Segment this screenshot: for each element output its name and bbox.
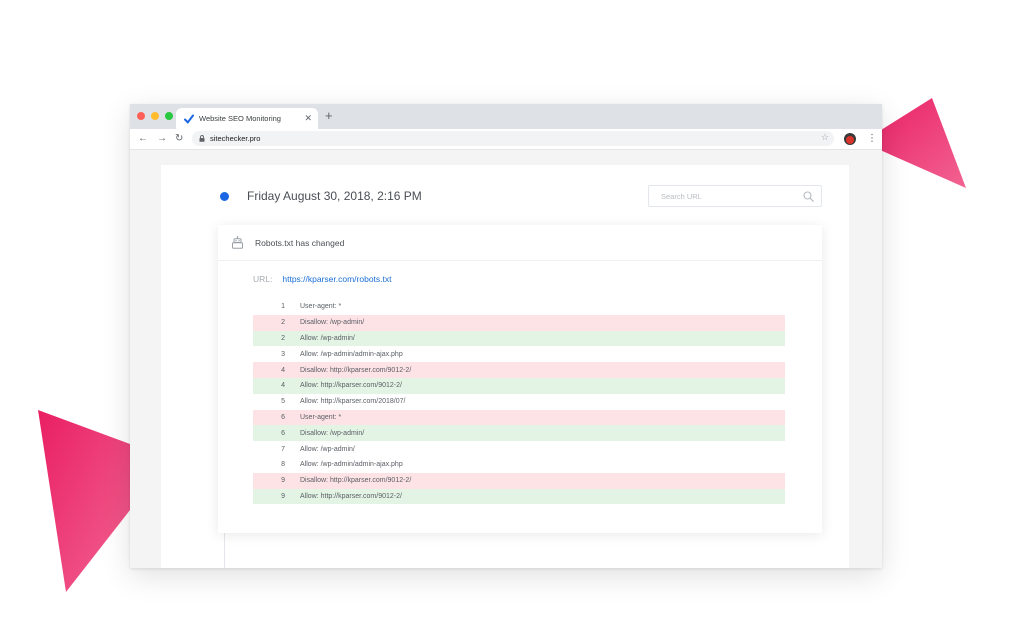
diff-line-number: 5 [281, 398, 285, 406]
tab-close-icon[interactable]: ✕ [304, 113, 312, 124]
diff-row-unchanged: 7 Allow: /wp-admin/ [253, 441, 785, 457]
date-heading: Friday August 30, 2018, 2:16 PM [247, 189, 422, 203]
diff-line-number: 6 [281, 413, 285, 421]
diff-line-number: 7 [281, 445, 285, 453]
reload-button[interactable]: ↻ [175, 132, 183, 146]
sitechecker-favicon-icon [184, 114, 194, 124]
diff-line-text: User-agent: * [300, 303, 342, 311]
diff-line-text: Disallow: /wp-admin/ [300, 319, 365, 327]
diff-line-text: Disallow: http://kparser.com/9012-2/ [300, 477, 412, 485]
page-content: Friday August 30, 2018, 2:16 PM Search U… [161, 165, 849, 568]
maximize-window-button[interactable] [165, 112, 173, 120]
lock-icon [199, 135, 205, 142]
diff-line-number: 2 [281, 334, 285, 342]
card-header: Robots.txt has changed [218, 225, 822, 261]
address-url: sitechecker.pro [210, 134, 261, 143]
diff-line-number: 4 [281, 382, 285, 390]
diff-row-added: 9 Allow: http://kparser.com/9012-2/ [253, 488, 785, 505]
diff-row-removed: 6 User-agent: * [253, 409, 785, 426]
robots-url-link[interactable]: https://kparser.com/robots.txt [282, 274, 391, 284]
decorative-triangle-left [38, 410, 130, 592]
tab-title: Website SEO Monitoring [199, 114, 281, 123]
diff-row-removed: 2 Disallow: /wp-admin/ [253, 314, 785, 331]
diff-line-number: 6 [281, 429, 285, 437]
close-window-button[interactable] [137, 112, 145, 120]
back-button[interactable]: ← [138, 132, 148, 146]
bookmark-star-icon[interactable]: ☆ [821, 132, 829, 143]
diff-row-unchanged: 8 Allow: /wp-admin/admin-ajax.php [253, 457, 785, 473]
diff-row-added: 6 Disallow: /wp-admin/ [253, 425, 785, 442]
timeline-date-marker [220, 192, 229, 201]
browser-menu-icon[interactable]: ⋮ [867, 132, 877, 146]
diff-row-added: 4 Allow: http://kparser.com/9012-2/ [253, 377, 785, 394]
forward-button[interactable]: → [157, 132, 167, 146]
url-row: URL: https://kparser.com/robots.txt [253, 274, 392, 284]
diff-line-text: Allow: http://kparser.com/9012-2/ [300, 492, 402, 500]
diff-line-text: Allow: http://kparser.com/9012-2/ [300, 382, 402, 390]
search-icon[interactable] [803, 191, 814, 202]
diff-line-number: 4 [281, 366, 285, 374]
window-controls [137, 112, 173, 120]
diff-line-number: 3 [281, 350, 285, 358]
diff-row-added: 2 Allow: /wp-admin/ [253, 330, 785, 347]
tab-website-seo-monitoring[interactable]: Website SEO Monitoring ✕ [176, 108, 318, 129]
diff-line-text: Allow: /wp-admin/admin-ajax.php [300, 461, 403, 469]
diff-line-number: 2 [281, 319, 285, 327]
minimize-window-button[interactable] [151, 112, 159, 120]
diff-line-text: Disallow: http://kparser.com/9012-2/ [300, 366, 412, 374]
url-label: URL: [253, 274, 273, 284]
diff-row-unchanged: 5 Allow: http://kparser.com/2018/07/ [253, 394, 785, 410]
search-box [648, 185, 822, 207]
diff-line-text: Allow: /wp-admin/admin-ajax.php [300, 350, 403, 358]
diff-line-text: Allow: http://kparser.com/2018/07/ [300, 398, 406, 406]
search-url-input[interactable] [649, 186, 809, 206]
diff-line-text: User-agent: * [300, 413, 342, 421]
diff-row-unchanged: 1 User-agent: * [253, 299, 785, 315]
new-tab-button[interactable]: + [325, 109, 333, 123]
diff-row-removed: 9 Disallow: http://kparser.com/9012-2/ [253, 472, 785, 489]
change-card: Robots.txt has changed URL: https://kpar… [218, 225, 822, 533]
robot-icon [231, 236, 244, 249]
browser-window: Website SEO Monitoring ✕ + ← → ↻ siteche… [130, 104, 882, 568]
diff-line-number: 9 [281, 477, 285, 485]
diff-line-number: 1 [281, 303, 285, 311]
diff-row-removed: 4 Disallow: http://kparser.com/9012-2/ [253, 362, 785, 378]
tab-bar: Website SEO Monitoring ✕ + [130, 104, 882, 129]
diff-line-text: Disallow: /wp-admin/ [300, 429, 365, 437]
profile-avatar[interactable] [844, 133, 856, 145]
card-title: Robots.txt has changed [255, 238, 345, 248]
diff-table: 1 User-agent: * 2 Disallow: /wp-admin/2 Allo… [253, 299, 785, 505]
diff-row-unchanged: 3 Allow: /wp-admin/admin-ajax.php [253, 346, 785, 362]
diff-line-text: Allow: /wp-admin/ [300, 445, 355, 453]
browser-toolbar: ← → ↻ sitechecker.pro ☆ ⋮ [130, 129, 882, 150]
diff-line-number: 8 [281, 461, 285, 469]
address-bar[interactable]: sitechecker.pro ☆ [192, 131, 834, 146]
diff-line-number: 9 [281, 492, 285, 500]
diff-line-text: Allow: /wp-admin/ [300, 334, 355, 342]
